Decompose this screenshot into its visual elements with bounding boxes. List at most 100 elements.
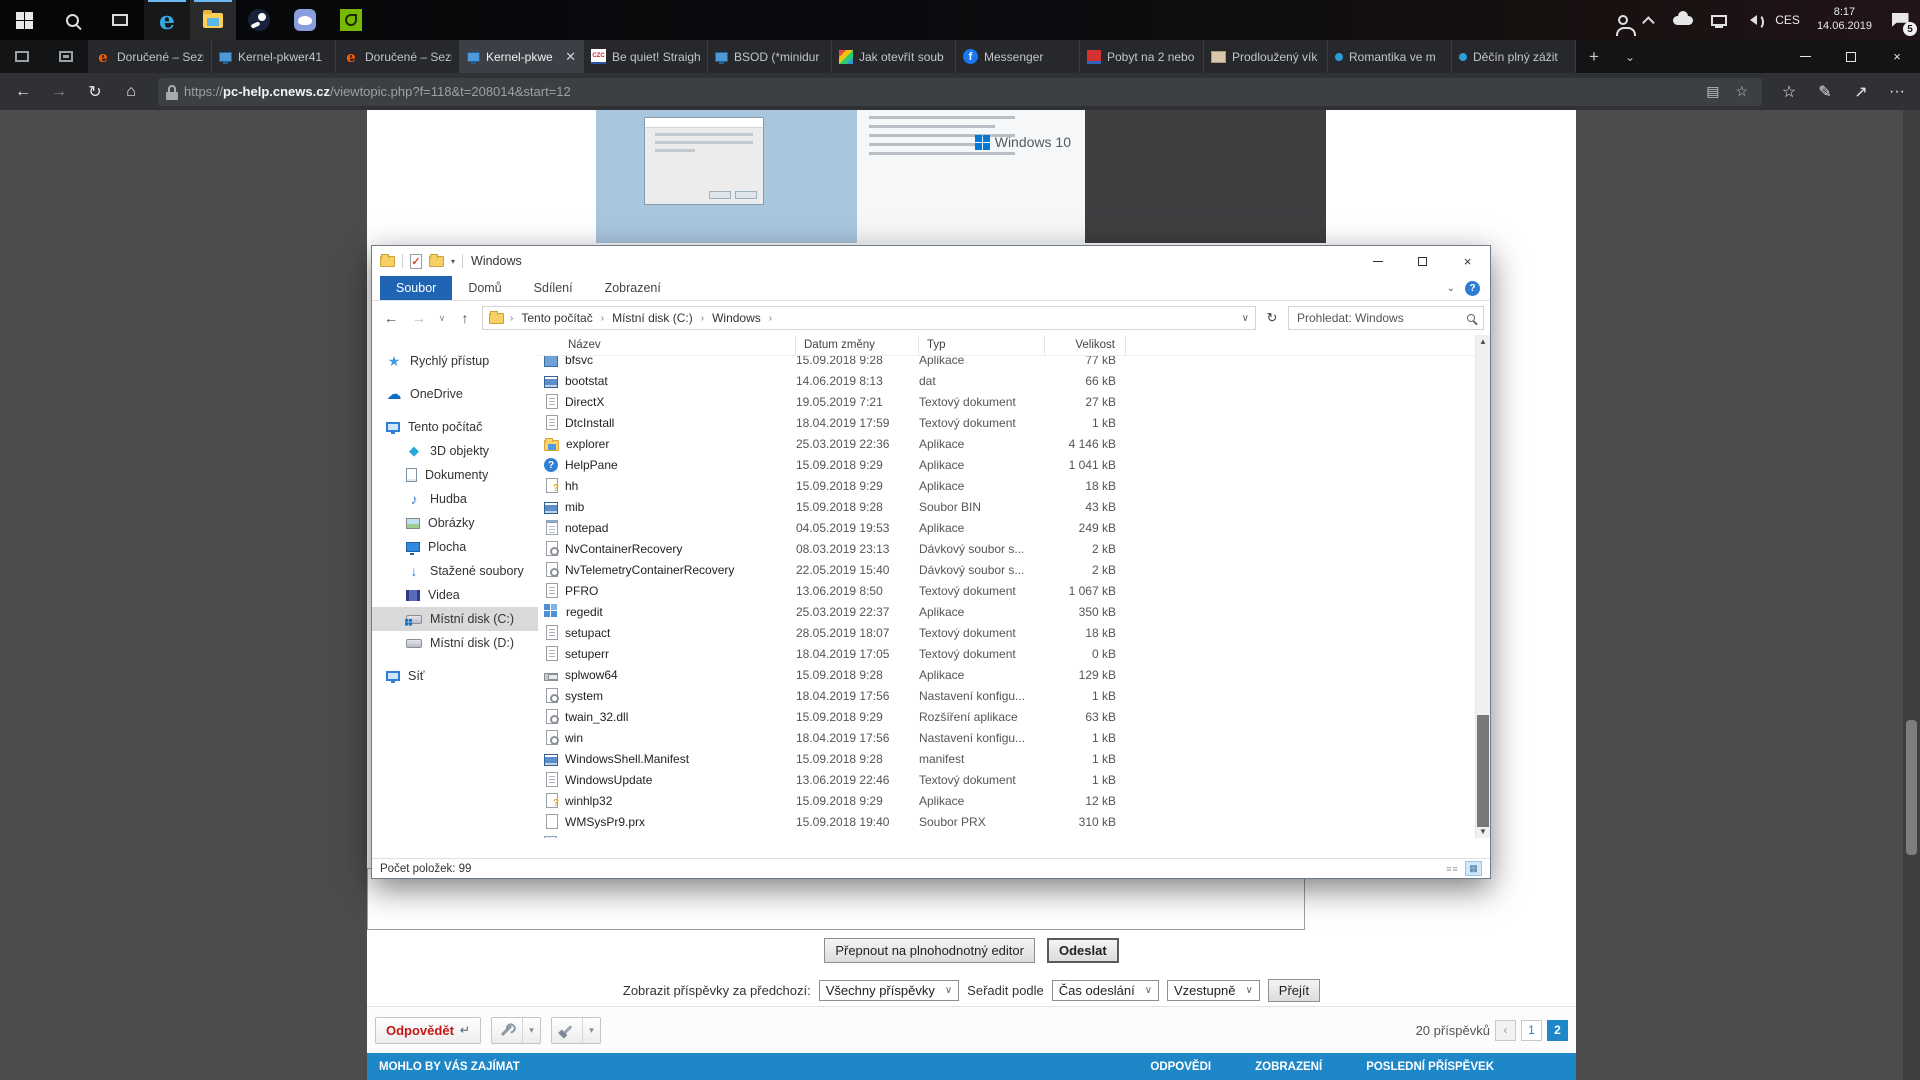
page-number-2[interactable]: 2 xyxy=(1547,1020,1568,1041)
sidebar-item-hudba[interactable]: ♪Hudba xyxy=(372,487,538,511)
ribbon-tab-zobrazeni[interactable]: Zobrazení xyxy=(589,276,677,300)
sidebar-item-3d-objekty[interactable]: ◆3D objekty xyxy=(372,439,538,463)
file-row[interactable]: regedit25.03.2019 22:37Aplikace350 kB xyxy=(538,601,1475,622)
sidebar-item-dokumenty[interactable]: Dokumenty xyxy=(372,463,538,487)
browser-tab[interactable]: Děčín plný zážit xyxy=(1452,40,1576,73)
show-posts-select[interactable]: Všechny příspěvky∨ xyxy=(819,980,959,1001)
file-row[interactable]: WindowsShell.Manifest15.09.2018 9:28mani… xyxy=(538,748,1475,769)
explorer-refresh-button[interactable]: ↻ xyxy=(1260,306,1284,330)
new-folder-icon[interactable] xyxy=(429,256,444,267)
file-row[interactable]: DtcInstall18.04.2019 17:59Textový dokume… xyxy=(538,412,1475,433)
breadcrumb[interactable]: › Tento počítač › Místní disk (C:) › Win… xyxy=(482,306,1256,330)
properties-check-icon[interactable]: ✓ xyxy=(410,254,422,269)
file-row[interactable]: ?HelpPane15.09.2018 9:29Aplikace1 041 kB xyxy=(538,454,1475,475)
file-row[interactable]: system18.04.2019 17:56Nastavení konfigu.… xyxy=(538,685,1475,706)
forward-button[interactable]: → xyxy=(42,77,76,107)
web-note-button[interactable]: ✎ xyxy=(1808,77,1842,107)
file-row[interactable]: setupact28.05.2019 18:07Textový dokument… xyxy=(538,622,1475,643)
column-header-typ[interactable]: Typ xyxy=(919,335,1045,355)
file-row[interactable]: mib15.09.2018 9:28Soubor BIN43 kB xyxy=(538,496,1475,517)
file-row[interactable]: setuperr18.04.2019 17:05Textový dokument… xyxy=(538,643,1475,664)
file-row[interactable]: twain_32.dll15.09.2018 9:29Rozšíření apl… xyxy=(538,706,1475,727)
start-button[interactable] xyxy=(0,0,48,40)
taskbar-file-explorer-button[interactable] xyxy=(190,0,236,40)
network-tray-button[interactable] xyxy=(1702,0,1736,40)
sidebar-item-plocha[interactable]: Plocha xyxy=(372,535,538,559)
browser-tab[interactable]: Kernel-pkwer41 xyxy=(212,40,336,73)
browser-tab[interactable]: Romantika ve m xyxy=(1328,40,1452,73)
browser-tab[interactable]: Pobyt na 2 nebo xyxy=(1080,40,1204,73)
sort-field-select[interactable]: Čas odeslání∨ xyxy=(1052,980,1159,1001)
new-tab-button[interactable]: + xyxy=(1576,40,1612,73)
ribbon-tab-sdileni[interactable]: Sdílení xyxy=(518,276,589,300)
file-row[interactable]: NvTelemetryContainerRecovery22.05.2019 1… xyxy=(538,559,1475,580)
volume-tray-button[interactable] xyxy=(1736,0,1766,40)
tabs-preview-button[interactable] xyxy=(44,40,88,73)
browser-minimize-button[interactable] xyxy=(1782,40,1828,73)
browser-tab[interactable]: fMessenger xyxy=(956,40,1080,73)
sidebar-item-videa[interactable]: Videa xyxy=(372,583,538,607)
explorer-scrollbar-thumb[interactable] xyxy=(1477,715,1489,827)
file-row[interactable]: NvContainerRecovery08.03.2019 23:13Dávko… xyxy=(538,538,1475,559)
explorer-title-bar[interactable]: ✓ ▾ Windows × xyxy=(372,246,1490,276)
home-button[interactable]: ⌂ xyxy=(114,77,148,107)
people-button[interactable] xyxy=(1609,0,1637,40)
taskbar-edge-button[interactable]: e xyxy=(144,0,190,40)
back-button[interactable]: ← xyxy=(6,77,40,107)
clock[interactable]: 8:1714.06.2019 xyxy=(1809,0,1880,40)
sidebar-item-tento-po-ta-[interactable]: Tento počítač xyxy=(372,415,538,439)
go-button[interactable]: Přejít xyxy=(1268,979,1320,1002)
customize-qat-dropdown[interactable]: ▾ xyxy=(451,257,455,266)
column-header-datum[interactable]: Datum změny xyxy=(796,335,919,355)
file-row[interactable]: WindowsUpdate13.06.2019 22:46Textový dok… xyxy=(538,769,1475,790)
help-icon[interactable]: ? xyxy=(1465,281,1480,296)
address-dropdown[interactable]: ∨ xyxy=(1242,313,1249,324)
language-indicator[interactable]: CES xyxy=(1766,0,1809,40)
moderator-tools-button[interactable]: ▾ xyxy=(551,1017,601,1044)
file-row[interactable]: explorer25.03.2019 22:36Aplikace4 146 kB xyxy=(538,433,1475,454)
browser-tab[interactable]: Kernel-pkwe✕ xyxy=(460,40,584,73)
sidebar-item-m-stn-disk-d-[interactable]: Místní disk (D:) xyxy=(372,631,538,655)
explorer-up-button[interactable]: ↑ xyxy=(452,306,478,330)
reply-button[interactable]: Odpovědět↵ xyxy=(375,1017,481,1044)
file-row[interactable]: bfsvc15.09.2018 9:28Aplikace77 kB xyxy=(538,356,1475,370)
topic-tools-dropdown[interactable]: ▾ xyxy=(522,1018,540,1043)
sidebar-item-sta-en-soubory[interactable]: ↓Stažené soubory xyxy=(372,559,538,583)
switch-editor-button[interactable]: Přepnout na plnohodnotný editor xyxy=(824,938,1035,963)
scroll-down-icon[interactable]: ▼ xyxy=(1479,827,1487,836)
taskbar-search-button[interactable] xyxy=(48,0,96,40)
explorer-maximize-button[interactable] xyxy=(1400,246,1445,276)
file-row[interactable]: bootstat14.06.2019 8:13dat66 kB xyxy=(538,370,1475,391)
browser-tab[interactable]: eDoručené – Sezn xyxy=(336,40,460,73)
sidebar-item-rychl-p-stup[interactable]: ★Rychlý přístup xyxy=(372,349,538,373)
embedded-screenshot-image[interactable]: Windows 10 xyxy=(596,110,1326,243)
settings-more-button[interactable]: ··· xyxy=(1880,77,1914,107)
tray-overflow-button[interactable] xyxy=(1637,0,1664,40)
column-header-nazev[interactable]: Název xyxy=(538,335,796,355)
explorer-scrollbar[interactable]: ▲ ▼ xyxy=(1475,335,1490,838)
taskbar-discord-button[interactable] xyxy=(282,0,328,40)
page-number-1[interactable]: 1 xyxy=(1521,1020,1542,1041)
sort-order-select[interactable]: Vzestupně∨ xyxy=(1167,980,1260,1001)
recent-locations-dropdown[interactable]: ∨ xyxy=(434,306,450,330)
page-scrollbar[interactable] xyxy=(1903,110,1920,1080)
file-row[interactable]: winhlp3215.09.2018 9:29Aplikace12 kB xyxy=(538,790,1475,811)
file-row[interactable]: WMSysPr9.prx15.09.2018 19:40Soubor PRX31… xyxy=(538,811,1475,832)
sidebar-item-s-[interactable]: Síť xyxy=(372,664,538,688)
address-bar[interactable]: https://pc-help.cnews.cz/viewtopic.php?f… xyxy=(158,78,1762,106)
browser-tab[interactable]: Prodloužený vík xyxy=(1204,40,1328,73)
set-tabs-aside-button[interactable] xyxy=(0,40,44,73)
file-row[interactable]: write15.09.2018 9:29Aplikace11 kB xyxy=(538,832,1475,838)
page-scrollbar-thumb[interactable] xyxy=(1906,720,1917,855)
moderator-tools-dropdown[interactable]: ▾ xyxy=(582,1018,600,1043)
topic-tools-button[interactable]: ▾ xyxy=(491,1017,541,1044)
sidebar-item-obr-zky[interactable]: Obrázky xyxy=(372,511,538,535)
explorer-back-button[interactable]: ← xyxy=(378,306,404,330)
submit-button[interactable]: Odeslat xyxy=(1047,938,1119,963)
tab-list-dropdown-button[interactable]: ⌄ xyxy=(1612,40,1648,73)
browser-tab[interactable]: Jak otevřít soub xyxy=(832,40,956,73)
favorites-hub-button[interactable]: ☆ xyxy=(1772,77,1806,107)
taskbar-steam-button[interactable] xyxy=(236,0,282,40)
explorer-minimize-button[interactable] xyxy=(1355,246,1400,276)
file-row[interactable]: DirectX19.05.2019 7:21Textový dokument27… xyxy=(538,391,1475,412)
